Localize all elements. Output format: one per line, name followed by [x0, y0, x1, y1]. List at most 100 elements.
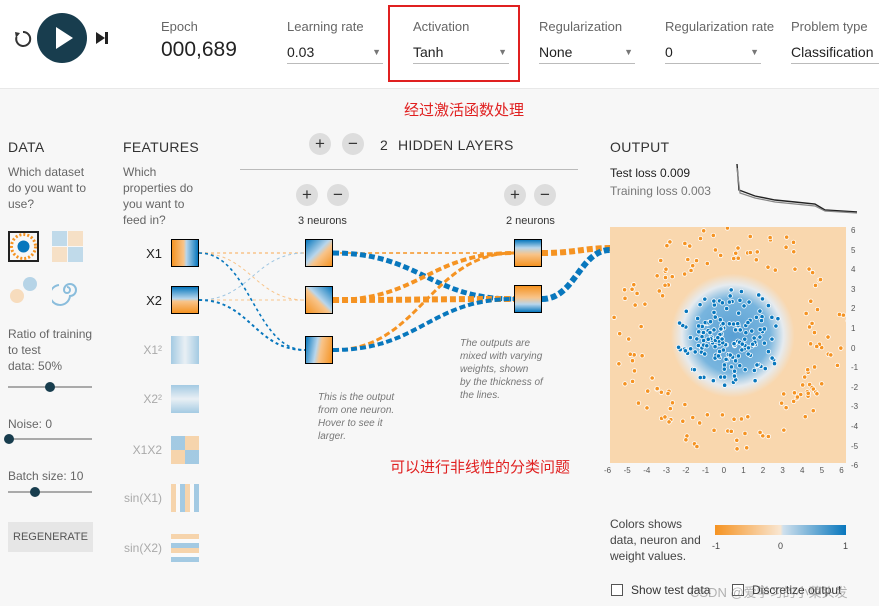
data-point-blue: [742, 336, 748, 342]
data-point-orange: [825, 334, 831, 340]
link: [541, 247, 611, 302]
data-point-orange: [697, 420, 703, 426]
data-point-orange: [745, 414, 751, 420]
data-point-orange: [669, 400, 676, 406]
data-point-orange: [631, 282, 637, 288]
data-point-orange: [779, 400, 785, 406]
data-point-orange: [639, 353, 645, 359]
data-point-blue: [775, 316, 781, 322]
data-point-orange: [656, 288, 662, 294]
data-point-orange: [806, 266, 812, 272]
data-point-orange: [805, 390, 811, 396]
y-tick-label: -6: [851, 461, 859, 471]
neuron-layer1-1[interactable]: [305, 239, 333, 267]
data-point-blue: [771, 361, 778, 367]
data-point-orange: [802, 374, 808, 380]
data-point-blue: [688, 346, 694, 352]
nonlinear-annotation: 可以进行非线性的分类问题: [390, 458, 571, 476]
data-point-orange: [693, 258, 700, 264]
data-point-blue: [719, 336, 725, 342]
data-point-orange: [765, 264, 771, 270]
neuron-layer1-3[interactable]: [305, 336, 333, 364]
data-point-blue: [735, 321, 741, 327]
data-point-orange: [810, 408, 816, 414]
watermark: CSDN @爱学习的小菜头发: [690, 585, 848, 600]
data-point-blue: [736, 310, 742, 316]
note-line: mixed with varying: [460, 351, 543, 362]
output-title: OUTPUT: [610, 139, 670, 155]
data-point-blue: [675, 344, 682, 350]
data-point-orange: [616, 361, 622, 367]
neuron-layer2-2[interactable]: [514, 285, 542, 313]
data-point-blue: [739, 347, 745, 353]
data-point-orange: [642, 301, 648, 307]
data-point-blue: [687, 334, 693, 341]
neuron-layer2-1[interactable]: [514, 239, 542, 267]
data-point-orange: [654, 273, 660, 279]
x-tick-label: 3: [780, 466, 785, 475]
data-point-orange: [828, 352, 834, 358]
data-point-blue: [676, 320, 683, 326]
data-point-orange: [622, 381, 628, 387]
data-point-blue: [711, 309, 717, 315]
data-point-orange: [753, 257, 759, 263]
test-loss-label: Test loss: [610, 166, 657, 180]
note-line: weights, shown: [460, 364, 529, 375]
data-point-blue: [756, 292, 762, 298]
x-tick-label: 2: [760, 466, 766, 475]
x-tick-label: -2: [682, 466, 690, 475]
data-point-blue: [702, 296, 708, 302]
data-point-blue: [737, 363, 743, 369]
training-loss: Training loss 0.003: [610, 184, 711, 198]
data-point-orange: [744, 445, 750, 451]
data-point-blue: [722, 382, 728, 388]
data-point-orange: [734, 437, 740, 443]
data-point-orange: [664, 243, 670, 249]
data-point-orange: [747, 233, 753, 240]
data-point-orange: [808, 341, 814, 347]
y-tick-label: -4: [851, 421, 859, 431]
data-point-orange: [840, 312, 846, 318]
data-point-orange: [629, 286, 635, 292]
data-point-blue: [749, 328, 755, 334]
data-point-blue: [691, 367, 697, 373]
data-point-blue: [695, 342, 701, 349]
data-point-blue: [737, 327, 743, 333]
y-tick-label: 3: [851, 284, 856, 294]
neuron-layer1-2[interactable]: [305, 286, 333, 314]
data-point-orange: [718, 252, 724, 258]
data-point-orange: [682, 271, 688, 277]
note-line: the lines.: [460, 390, 501, 401]
data-point-blue: [769, 314, 775, 320]
data-point-orange: [731, 255, 737, 262]
data-point-blue: [697, 302, 703, 308]
data-point-orange: [802, 414, 808, 420]
data-point-blue: [683, 308, 689, 314]
link: [198, 252, 306, 351]
data-point-orange: [734, 446, 740, 452]
data-point-orange: [682, 401, 688, 408]
data-point-blue: [707, 329, 713, 336]
data-point-blue: [753, 314, 760, 320]
x-tick-label: 4: [800, 466, 805, 475]
data-point-blue: [715, 335, 721, 341]
data-point-blue: [726, 299, 732, 305]
data-point-orange: [632, 302, 638, 308]
x-tick-label: -5: [623, 466, 631, 475]
legend-tick-min: -1: [712, 541, 721, 551]
show-test-data-checkbox[interactable]: [611, 584, 623, 596]
data-point-orange: [638, 323, 644, 330]
test-loss: Test loss 0.009: [610, 166, 690, 180]
data-point-orange: [791, 390, 798, 396]
data-point-orange: [611, 314, 617, 320]
data-point-orange: [800, 382, 806, 388]
data-point-orange: [712, 247, 719, 253]
data-point-orange: [694, 443, 700, 450]
data-point-blue: [731, 368, 738, 374]
data-point-orange: [629, 378, 636, 384]
data-point-orange: [654, 385, 660, 392]
legend-colorbar: [715, 525, 846, 535]
link: [332, 251, 515, 302]
data-point-orange: [834, 362, 841, 368]
note-line: The outputs are: [460, 338, 531, 349]
